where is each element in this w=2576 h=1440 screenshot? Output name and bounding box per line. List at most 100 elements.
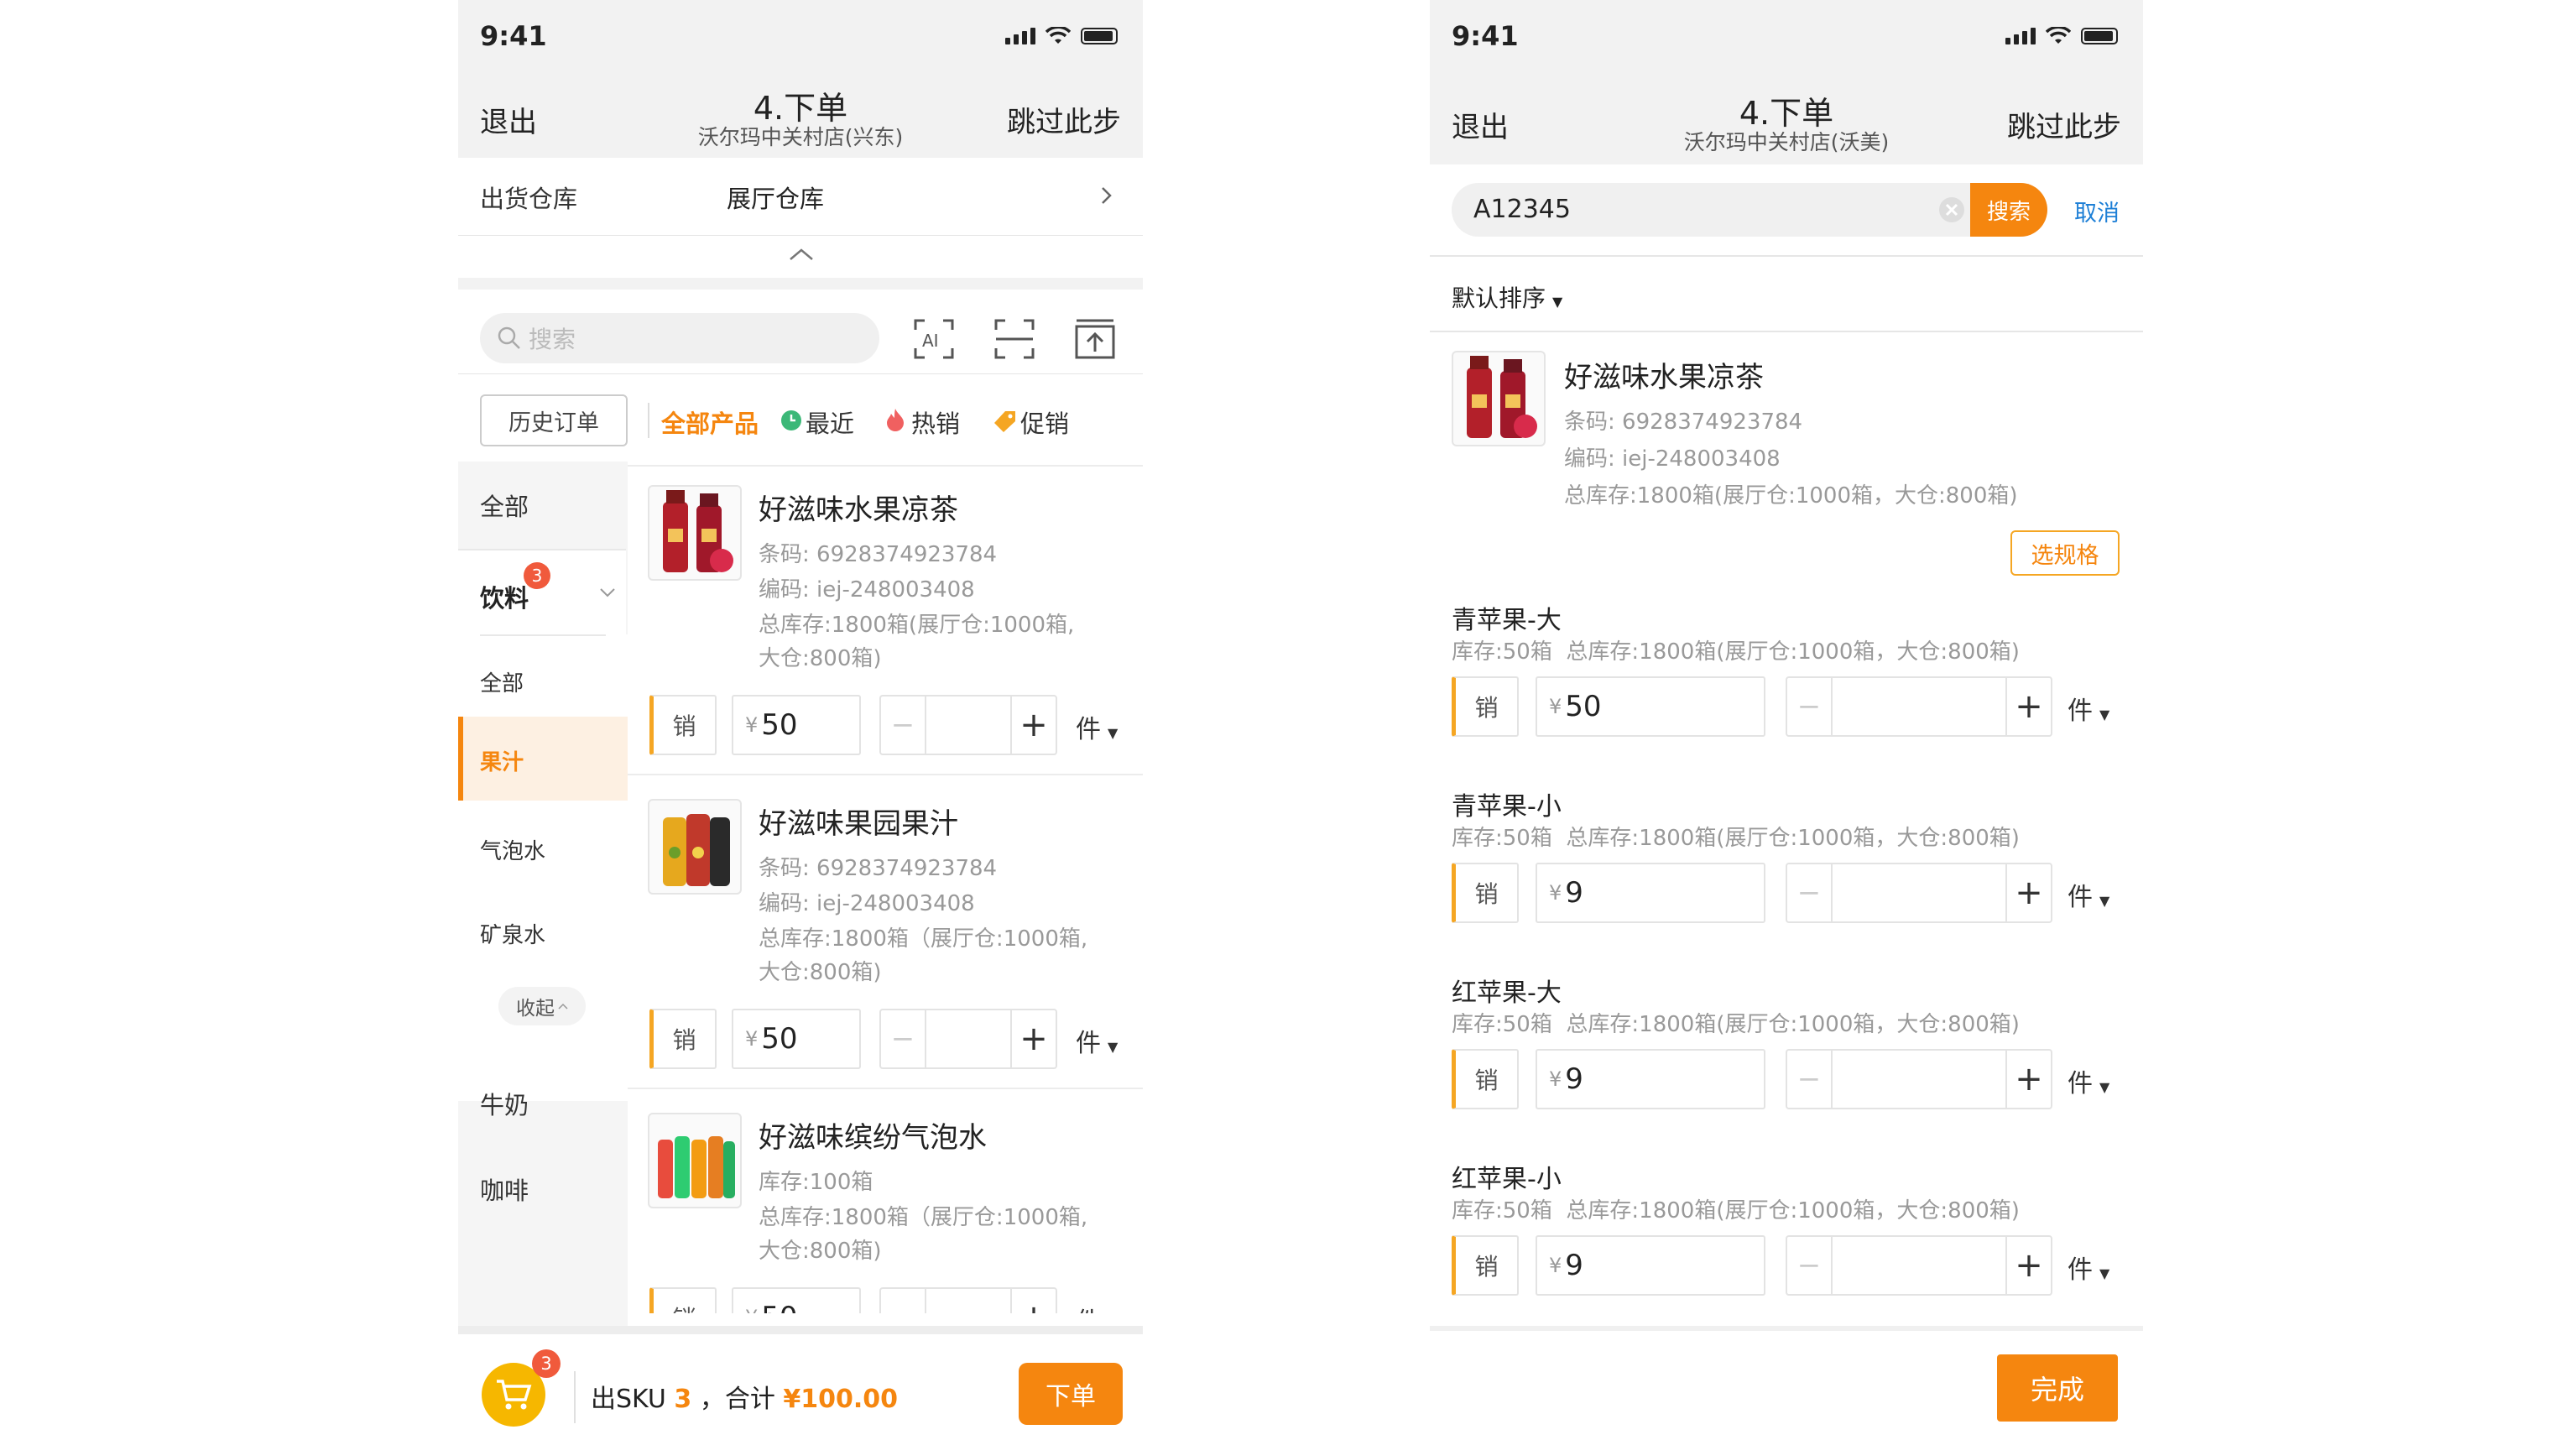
quantity-input[interactable] [1833,1237,2005,1294]
plus-button[interactable]: + [2005,864,2051,921]
caret-down-icon: ▼ [1552,294,1563,310]
upload-box-icon[interactable] [1074,318,1116,360]
tab-all-products[interactable]: 全部产品 [661,404,759,440]
skip-button[interactable]: 跳过此步 [2007,104,2121,145]
sale-type-tag[interactable]: 销 [1452,1049,1519,1109]
tab-recent[interactable]: 最近 [806,404,854,440]
quantity-stepper[interactable]: −+ [879,1287,1057,1313]
price-value: 9 [1565,1249,1583,1282]
sort-select[interactable]: 默认排序 ▼ [1452,280,1562,314]
list-item: 红苹果-大 库存:50箱 总库存:1800箱(展厅仓:1000箱，大仓:800箱… [1430,968,2143,1153]
subcategory-juice[interactable]: 果汁 [458,717,628,801]
minus-button[interactable]: − [881,1289,926,1313]
sale-type-tag[interactable]: 销 [1452,863,1519,923]
plus-button[interactable]: + [2005,1051,2051,1108]
plus-button[interactable]: + [2005,678,2051,735]
list-item[interactable]: 好滋味缤纷气泡水 库存:100箱 总库存:1800箱（展厅仓:1000箱, 大仓… [628,1089,1143,1313]
history-orders-button[interactable]: 历史订单 [480,394,628,446]
wifi-icon [1046,27,1071,44]
minus-button[interactable]: − [1787,678,1833,735]
plus-button[interactable]: + [1010,1010,1056,1067]
sidebar-item-all[interactable]: 全部 [458,462,626,549]
barcode-scan-icon[interactable] [993,318,1035,360]
ai-scan-icon[interactable]: AI [913,318,955,360]
plus-button[interactable]: + [1010,697,1056,754]
variant-stock: 库存:50箱 [1452,1198,1552,1223]
quantity-stepper[interactable]: −+ [1786,676,2052,737]
sidebar-item-milk[interactable]: 牛奶 [480,1086,529,1121]
list-item[interactable]: 好滋味果园果汁 条码: 6928374923784 编码: iej-248003… [628,775,1143,1089]
price-input[interactable]: ¥50 [732,1287,861,1313]
sidebar-item-drinks[interactable]: 饮料 3 [458,550,626,634]
list-item[interactable]: 好滋味水果凉茶 条码: 6928374923784 编码: iej-248003… [628,462,1143,775]
warehouse-row[interactable]: 出货仓库 展厅仓库 [458,158,1143,236]
quantity-input[interactable] [926,697,1010,754]
subcategory-all[interactable]: 全部 [480,666,524,697]
place-order-button[interactable]: 下单 [1019,1363,1123,1425]
subcategory-mineral[interactable]: 矿泉水 [480,918,545,949]
quantity-stepper[interactable]: −+ [1786,863,2052,923]
search-button[interactable]: 搜索 [1970,183,2047,237]
price-input[interactable]: ¥50 [1536,676,1765,737]
tab-promo[interactable]: 促销 [1020,404,1069,440]
skip-button[interactable]: 跳过此步 [1007,99,1121,140]
unit-select[interactable]: 件▼ [1076,708,1118,745]
unit-label: 件 [2068,1069,2093,1098]
price-value: 9 [1565,876,1583,910]
tag-icon [994,411,1015,432]
plus-button[interactable]: + [1010,1289,1056,1313]
minus-button[interactable]: − [881,1010,926,1067]
unit-select[interactable]: 件▼ [1076,1301,1118,1313]
unit-select[interactable]: 件▼ [1076,1022,1118,1059]
sale-type-tag[interactable]: 销 [1452,676,1519,737]
price-input[interactable]: ¥50 [732,695,861,755]
quantity-input[interactable] [1833,678,2005,735]
quantity-input[interactable] [926,1010,1010,1067]
total-label: ，合计 [699,1385,775,1414]
unit-select[interactable]: 件▼ [2068,876,2109,913]
price-input[interactable]: ¥50 [732,1009,861,1069]
clear-icon[interactable] [1938,196,1965,223]
quantity-stepper[interactable]: −+ [1786,1235,2052,1296]
product-stock: 总库存:1800箱（展厅仓:1000箱, [759,926,1088,952]
quantity-input[interactable] [1833,864,2005,921]
plus-button[interactable]: + [2005,1237,2051,1294]
quantity-stepper[interactable]: −+ [1786,1049,2052,1109]
sidebar-item-coffee[interactable]: 咖啡 [480,1171,529,1207]
product-stock-cont: 大仓:800箱) [759,646,882,671]
quantity-input[interactable] [926,1289,1010,1313]
quantity-input[interactable] [1833,1051,2005,1108]
sale-type-tag[interactable]: 销 [649,1009,717,1069]
unit-select[interactable]: 件▼ [2068,1249,2109,1286]
sale-type-tag[interactable]: 销 [1452,1235,1519,1296]
tab-hot[interactable]: 热销 [911,404,960,440]
quantity-stepper[interactable]: −+ [879,695,1057,755]
unit-select[interactable]: 件▼ [2068,1062,2109,1099]
price-input[interactable]: ¥9 [1536,1049,1765,1109]
subcategory-sparkling[interactable]: 气泡水 [480,834,545,865]
search-input[interactable]: A12345 搜索 [1452,183,2047,237]
variant-name: 青苹果-小 [1452,792,1562,822]
quantity-stepper[interactable]: −+ [879,1009,1057,1069]
sale-type-tag[interactable]: 销 [649,1287,717,1313]
sale-type-tag[interactable]: 销 [649,695,717,755]
done-button[interactable]: 完成 [1997,1354,2118,1422]
variant-total-stock: 总库存:1800箱(展厅仓:1000箱，大仓:800箱) [1566,639,2020,665]
category-sidebar: 全部 饮料 3 全部 果汁 气泡水 矿泉水 收起 牛奶 咖啡 [458,462,628,1326]
price-input[interactable]: ¥9 [1536,1235,1765,1296]
svg-text:AI: AI [922,331,939,351]
search-input[interactable]: 搜索 [480,313,879,363]
variant-stock-line: 库存:50箱 总库存:1800箱(展厅仓:1000箱，大仓:800箱) [1452,1007,2020,1038]
cancel-link[interactable]: 取消 [2074,195,2120,227]
minus-button[interactable]: − [881,697,926,754]
select-spec-button[interactable]: 选规格 [2010,530,2120,576]
price-value: 50 [761,708,798,742]
price-input[interactable]: ¥9 [1536,863,1765,923]
collapse-button[interactable]: 收起 [498,987,586,1025]
minus-button[interactable]: − [1787,1051,1833,1108]
collapse-toggle[interactable] [458,236,1143,290]
minus-button[interactable]: − [1787,864,1833,921]
minus-button[interactable]: − [1787,1237,1833,1294]
unit-select[interactable]: 件▼ [2068,690,2109,727]
unit-label: 件 [2068,883,2093,912]
